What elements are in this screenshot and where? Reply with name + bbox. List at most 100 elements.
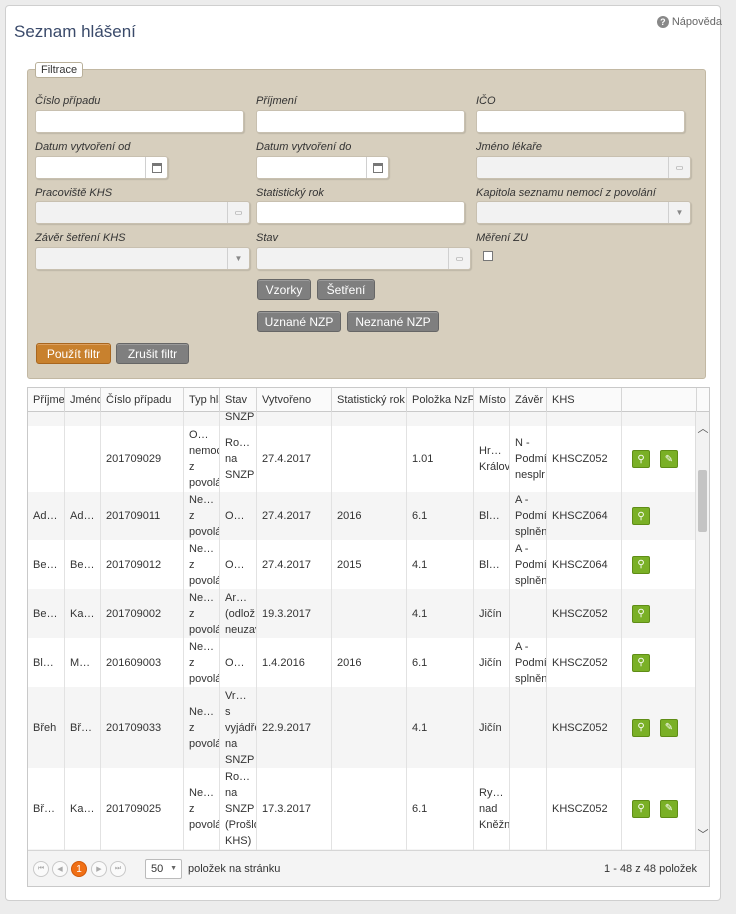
calendar-icon[interactable] [366, 157, 388, 178]
uznane-nzp-button[interactable]: Uznané NZP [257, 311, 341, 332]
cell-text: 27.4.2017 [262, 510, 311, 522]
chevron-down-icon[interactable]: ▼ [227, 248, 249, 269]
cell-text: O… [225, 510, 245, 522]
column-header[interactable]: Místo výkonu [474, 388, 510, 412]
column-header[interactable]: Závěr [510, 388, 547, 412]
stav-input[interactable]: ▭ [256, 247, 471, 270]
prijmeni-input[interactable] [256, 110, 465, 133]
table-cell: Ne… z povolá [184, 540, 220, 589]
column-header[interactable]: KHS [547, 388, 622, 412]
zaver-select[interactable]: ▼ [35, 247, 250, 270]
table-row[interactable]: Bř… Ka… 201709025 Ne… z povolá Ro… na SNZP (… [28, 768, 696, 849]
cislo-pripadu-input[interactable] [35, 110, 244, 133]
apply-filter-button[interactable]: Použít filtr [36, 343, 111, 364]
vzorky-button[interactable]: Vzorky [257, 279, 311, 300]
table-cell: Ad… [28, 492, 65, 540]
view-detail-icon[interactable]: ⚲ [632, 450, 650, 468]
jmeno-lekare-input[interactable]: ▭ [476, 156, 691, 179]
view-detail-icon[interactable]: ⚲ [632, 799, 650, 818]
table-row[interactable]: 201709029 O… nemoc z povolá Ro… na SNZP 27.… [28, 426, 696, 492]
cell-text: Ka… [70, 607, 95, 620]
cell-text: Ne… z povolá [189, 591, 220, 636]
pracoviste-input[interactable]: ▭ [35, 201, 250, 224]
help-link[interactable]: ? Nápověda [656, 16, 722, 28]
view-detail-icon[interactable]: ⚲ [632, 507, 650, 525]
table-cell [332, 589, 407, 638]
datum-do-input[interactable] [256, 156, 389, 179]
label-stat-rok: Statistický rok [256, 187, 324, 199]
page-size-select[interactable]: 50 ▼ [145, 859, 182, 879]
table-cell: Bl… [28, 638, 65, 687]
table-cell: Ne… z povolá [184, 492, 220, 540]
cell-text: O… [225, 558, 245, 571]
setreni-button[interactable]: Šetření [317, 279, 375, 300]
column-header[interactable]: Položka NzP [407, 388, 474, 412]
mereni-checkbox[interactable] [483, 251, 493, 261]
table-cell: 27.4.2017 [257, 540, 332, 589]
table-row[interactable]: Břeh Bř… 201709033 Ne… z povolá Vr… s vyjádř… [28, 687, 696, 768]
table-cell [510, 687, 547, 768]
cell-text: Bř… [70, 721, 92, 734]
table-cell: Ro… na SNZP [220, 426, 257, 492]
calendar-icon[interactable] [145, 157, 167, 178]
last-page-icon[interactable]: ⏭ [110, 861, 126, 877]
chevron-down-icon[interactable]: ▼ [668, 202, 690, 223]
cell-text: 1.4.2016 [262, 656, 305, 669]
cell-text: 201709033 [106, 721, 162, 734]
table-cell [510, 589, 547, 638]
datum-od-input[interactable] [35, 156, 168, 179]
label-prijmeni: Příjmení [256, 95, 297, 107]
lookup-icon[interactable]: ▭ [668, 157, 690, 178]
column-header[interactable]: Číslo případu [101, 388, 184, 412]
cell-text: Ry… nad Kněžn [479, 786, 510, 831]
label-datum-do: Datum vytvoření do [256, 141, 352, 153]
lookup-icon[interactable]: ▭ [448, 248, 470, 269]
table-row[interactable]: Be… Ka… 201709002 Ne… z povolá Ar… (odlož ne… [28, 589, 696, 638]
cell-text: 4.1 [412, 607, 428, 620]
table-row[interactable]: Ad… Ad… 201709011 Ne… z povolá O… 27.4.2017 20… [28, 492, 696, 540]
edit-pencil-icon[interactable]: ✎ [660, 450, 678, 468]
scroll-thumb[interactable] [698, 470, 707, 532]
table-cell: Ne… z povolá [184, 638, 220, 687]
table-cell: Ar… (odlož neuzav [220, 589, 257, 638]
cell-text: 1.01 [412, 453, 434, 465]
first-page-icon[interactable]: ⏮ [33, 861, 49, 877]
prev-page-icon[interactable]: ◀ [52, 861, 68, 877]
grid-scrollbar[interactable]: ︿ ﹀ [695, 412, 709, 852]
table-row[interactable]: Be… Be… 201709012 Ne… z povolá O… 27.4.2017 20… [28, 540, 696, 589]
cell-text: Břeh [33, 721, 57, 734]
view-detail-icon[interactable]: ⚲ [632, 653, 650, 672]
cancel-filter-button[interactable]: Zrušit filtr [116, 343, 189, 364]
table-row-partial[interactable]: SNZP [28, 412, 696, 426]
column-header[interactable]: Příjmení [28, 388, 65, 412]
view-detail-icon[interactable]: ⚲ [632, 718, 650, 737]
next-page-icon[interactable]: ▶ [91, 861, 107, 877]
column-header[interactable]: Stav [220, 388, 257, 412]
column-header[interactable]: Statistický rok [332, 388, 407, 412]
kapitola-select[interactable]: ▼ [476, 201, 691, 224]
column-header[interactable]: Jméno [65, 388, 101, 412]
edit-pencil-icon[interactable]: ✎ [660, 718, 678, 737]
ico-input[interactable] [476, 110, 685, 133]
stat-rok-input[interactable] [256, 201, 465, 224]
table-cell: 27.4.2017 [257, 426, 332, 492]
table-cell: Jičín [474, 687, 510, 768]
table-row[interactable]: Bl… M… 201609003 Ne… z povolá O… 1.4.2016 2016… [28, 638, 696, 687]
current-page-button[interactable]: 1 [71, 861, 87, 877]
cell-text: Be… [33, 558, 58, 571]
table-cell: Ne… z povolá [184, 589, 220, 638]
cell-text: 27.4.2017 [262, 558, 311, 571]
neznane-nzp-button[interactable]: Neznané NZP [347, 311, 439, 332]
edit-pencil-icon[interactable]: ✎ [660, 799, 678, 818]
column-header[interactable]: Typ hlášení [184, 388, 220, 412]
page-size-value: 50 [151, 863, 164, 875]
scroll-up-icon[interactable]: ︿ [696, 420, 709, 436]
view-detail-icon[interactable]: ⚲ [632, 604, 650, 623]
lookup-icon[interactable]: ▭ [227, 202, 249, 223]
help-label: Nápověda [671, 16, 722, 28]
column-header[interactable]: Vytvořeno [257, 388, 332, 412]
scroll-down-icon[interactable]: ﹀ [696, 826, 709, 842]
cell-text: Ro… na SNZP (Prošlo KHS) [225, 770, 257, 847]
view-detail-icon[interactable]: ⚲ [632, 555, 650, 574]
table-cell: Bl… [474, 492, 510, 540]
